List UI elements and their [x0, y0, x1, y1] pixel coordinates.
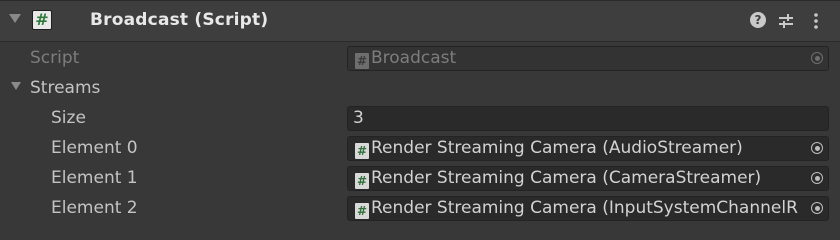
csharp-script-icon: # — [355, 143, 369, 159]
element-label: Element 0 — [51, 138, 138, 158]
size-label: Size — [51, 108, 86, 128]
element-value: Render Streaming Camera (CameraStreamer) — [371, 168, 762, 188]
object-picker-icon — [806, 47, 828, 70]
component-foldout-arrow-icon[interactable] — [9, 14, 21, 23]
streams-label[interactable]: Streams — [30, 78, 100, 98]
element-value: Render Streaming Camera (AudioStreamer) — [371, 138, 743, 158]
element-label: Element 2 — [51, 198, 138, 218]
element-label: Element 1 — [51, 168, 138, 188]
object-picker-icon[interactable] — [806, 197, 828, 220]
object-picker-icon[interactable] — [806, 167, 828, 190]
element-value: Render Streaming Camera (InputSystemChan… — [371, 198, 798, 218]
script-icon: # — [32, 10, 52, 30]
size-value: 3 — [353, 108, 364, 128]
csharp-script-icon: # — [355, 53, 369, 69]
csharp-script-icon: # — [35, 10, 49, 29]
element-object-field[interactable]: # Render Streaming Camera (AudioStreamer) — [347, 136, 829, 161]
element-object-field[interactable]: # Render Streaming Camera (InputSystemCha… — [347, 196, 829, 221]
element-object-field[interactable]: # Render Streaming Camera (CameraStreamer… — [347, 166, 829, 191]
preset-icon[interactable] — [776, 11, 796, 31]
kebab-menu-icon[interactable] — [806, 11, 826, 31]
script-label: Script — [30, 48, 80, 68]
streams-foldout-arrow-icon[interactable] — [11, 82, 21, 90]
component-header[interactable]: # Broadcast (Script) ? — [0, 0, 840, 42]
component-title: Broadcast (Script) — [90, 10, 269, 30]
script-field-value: Broadcast — [371, 48, 457, 68]
csharp-script-icon: # — [355, 203, 369, 219]
size-input[interactable]: 3 — [347, 106, 829, 131]
help-icon[interactable]: ? — [750, 12, 766, 28]
object-picker-icon[interactable] — [806, 137, 828, 160]
script-field: # Broadcast — [347, 46, 829, 71]
csharp-script-icon: # — [355, 173, 369, 189]
